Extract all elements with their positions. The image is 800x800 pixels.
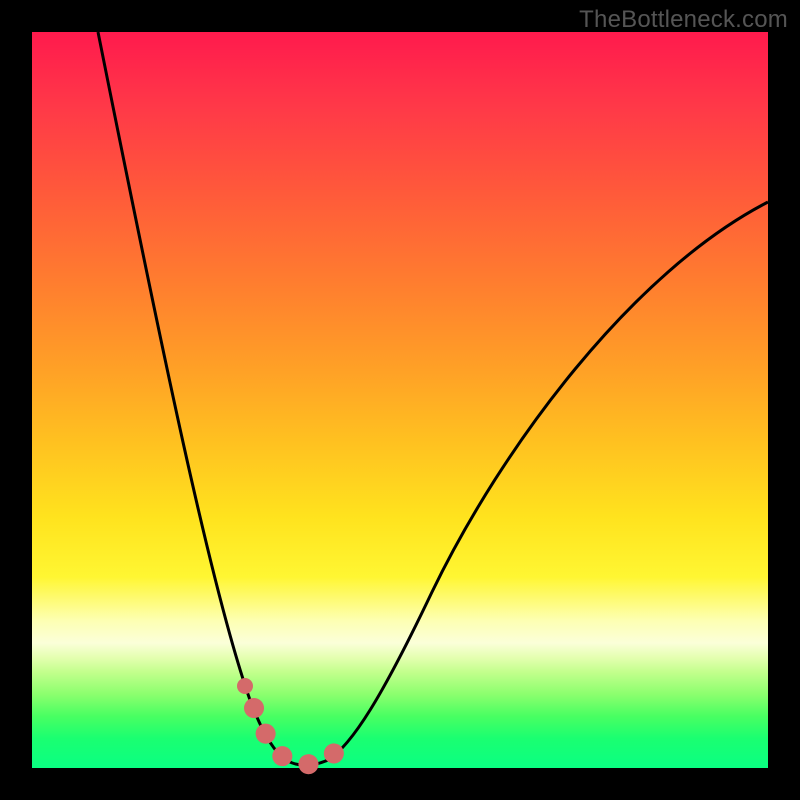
highlight-dot: [237, 678, 253, 694]
main-curve: [98, 32, 768, 765]
curve-layer: [32, 32, 768, 768]
plot-area: [32, 32, 768, 768]
chart-frame: TheBottleneck.com: [0, 0, 800, 800]
highlight-segment: [254, 708, 346, 764]
watermark-text: TheBottleneck.com: [579, 6, 788, 34]
